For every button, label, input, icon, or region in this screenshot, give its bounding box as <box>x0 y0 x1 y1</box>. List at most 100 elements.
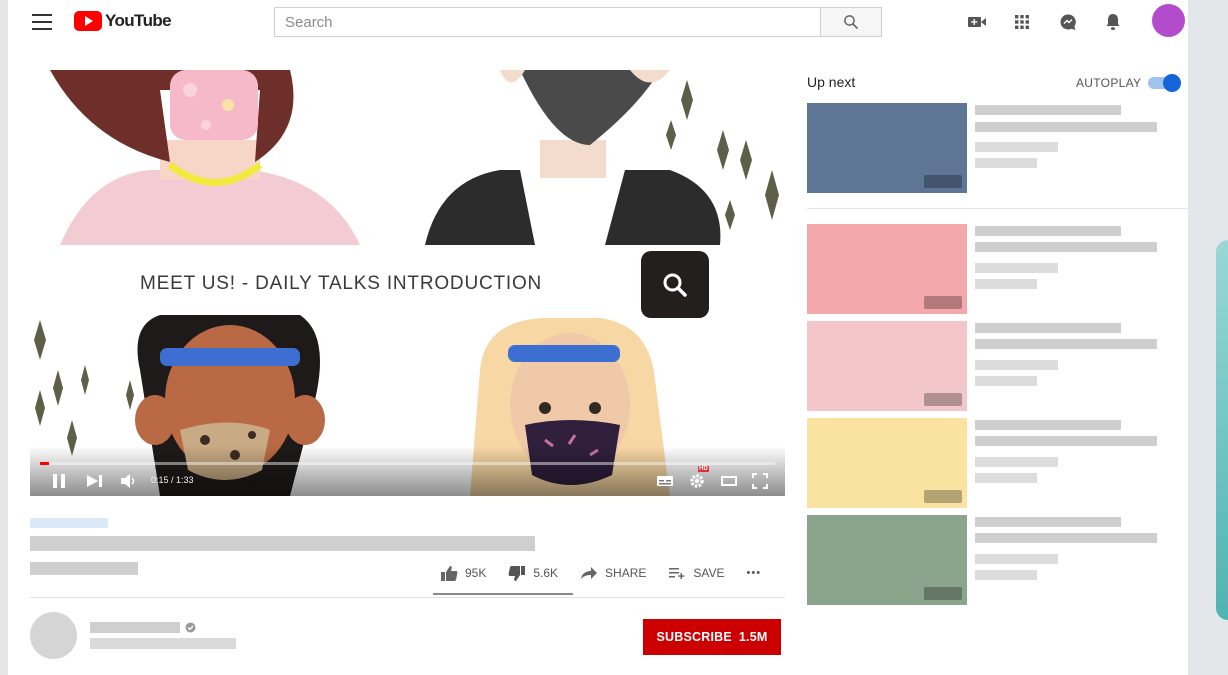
decorative-edge <box>1216 240 1228 620</box>
search-icon <box>663 273 687 297</box>
share-label: SHARE <box>605 566 647 580</box>
overlay-search-button[interactable] <box>641 251 709 318</box>
duration-badge <box>924 296 962 309</box>
play-logo-icon <box>74 11 102 31</box>
skip-next-icon <box>87 475 102 487</box>
dislike-button[interactable]: 5.6K <box>508 565 558 582</box>
volume-button[interactable] <box>120 472 136 490</box>
sentiment-bar <box>433 593 573 595</box>
logo-text: YouTube <box>105 11 172 30</box>
dislike-count: 5.6K <box>533 566 559 580</box>
up-next-channel-3 <box>975 457 1058 467</box>
video-player[interactable]: MEET US! - DAILY TALKS INTRODUCTION 0:15… <box>30 70 785 496</box>
theater-mode-icon <box>721 476 737 486</box>
thumbs-up-icon <box>441 565 458 581</box>
up-next-views-3 <box>975 473 1037 483</box>
save-button[interactable]: SAVE <box>668 566 725 580</box>
apps-grid-icon[interactable] <box>1010 11 1034 33</box>
time-display: 0:15 / 1:33 <box>151 475 194 485</box>
share-arrow-icon <box>581 567 598 579</box>
more-actions-button[interactable]: ••• <box>747 567 762 579</box>
autoplay-label: AUTOPLAY <box>1076 76 1142 90</box>
settings-button[interactable]: HD <box>688 466 709 490</box>
theater-mode-button[interactable] <box>720 472 738 490</box>
views-placeholder <box>30 562 138 575</box>
up-next-thumbnail-2[interactable] <box>807 321 967 411</box>
save-label: SAVE <box>693 566 725 580</box>
volume-icon <box>121 474 135 488</box>
pause-button[interactable] <box>52 472 66 490</box>
like-button[interactable]: 95K <box>440 565 486 582</box>
up-next-channel-2 <box>975 360 1058 370</box>
channel-name-placeholder[interactable] <box>90 622 180 633</box>
toggle-knob <box>1163 74 1181 92</box>
up-next-thumbnail-4[interactable] <box>807 515 967 605</box>
more-dots-icon: ••• <box>746 567 762 579</box>
gear-icon <box>690 474 704 488</box>
up-next-title-line-0a[interactable] <box>975 105 1121 115</box>
up-next-title-line-4b[interactable] <box>975 533 1157 543</box>
duration-badge <box>924 490 962 503</box>
duration-badge <box>924 393 962 406</box>
up-next-thumbnail-0[interactable] <box>807 103 967 193</box>
up-next-title-line-1a[interactable] <box>975 226 1121 236</box>
page: YouTube Search MEET US! - DAILY TALKS IN… <box>8 0 1188 675</box>
subscriber-count-placeholder <box>90 638 236 649</box>
up-next-channel-4 <box>975 554 1058 564</box>
progress-played <box>40 462 49 465</box>
pause-icon <box>53 474 65 488</box>
up-next-title-line-2a[interactable] <box>975 323 1121 333</box>
hashtag-placeholder <box>30 518 108 528</box>
captions-icon <box>657 476 673 486</box>
channel-avatar[interactable] <box>30 612 77 659</box>
subscribe-button[interactable]: SUBSCRIBE 1.5M <box>643 619 781 655</box>
subscribe-label: SUBSCRIBE <box>656 630 732 644</box>
sidebar-divider <box>807 208 1188 209</box>
up-next-thumbnail-3[interactable] <box>807 418 967 508</box>
subscriber-count: 1.5M <box>738 630 768 644</box>
search-icon <box>844 15 859 30</box>
up-next-thumbnail-1[interactable] <box>807 224 967 314</box>
duration-badge <box>924 175 962 188</box>
autoplay-toggle[interactable] <box>1148 74 1182 92</box>
playlist-add-icon <box>669 568 685 579</box>
hd-badge: HD <box>698 466 709 472</box>
up-next-channel-0 <box>975 142 1058 152</box>
action-bar: 95K 5.6K SHARE SAVE ••• <box>440 562 783 584</box>
share-button[interactable]: SHARE <box>580 566 646 580</box>
progress-bar[interactable] <box>40 462 775 465</box>
search-bar <box>274 7 882 37</box>
up-next-channel-1 <box>975 263 1058 273</box>
notifications-bell-icon[interactable] <box>1101 11 1125 33</box>
fullscreen-icon <box>752 473 768 489</box>
logo[interactable]: YouTube <box>74 11 172 31</box>
thumbs-down-icon <box>508 565 526 581</box>
fullscreen-button[interactable] <box>752 472 768 490</box>
top-bar: YouTube <box>8 0 1188 46</box>
up-next-title-line-0b[interactable] <box>975 122 1157 132</box>
search-button[interactable] <box>820 7 882 37</box>
up-next-title-line-1b[interactable] <box>975 242 1157 252</box>
captions-button[interactable] <box>656 472 674 490</box>
verified-check-icon <box>185 622 196 633</box>
up-next-views-1 <box>975 279 1037 289</box>
duration-badge <box>924 587 962 600</box>
up-next-views-0 <box>975 158 1037 168</box>
title-placeholder <box>30 536 535 551</box>
up-next-title-line-3b[interactable] <box>975 436 1157 446</box>
up-next-title-line-3a[interactable] <box>975 420 1121 430</box>
video-title-overlay: MEET US! - DAILY TALKS INTRODUCTION <box>140 273 543 294</box>
section-divider <box>30 597 785 598</box>
menu-icon[interactable] <box>32 14 52 30</box>
search-input[interactable] <box>274 7 820 37</box>
messages-icon[interactable] <box>1056 11 1080 33</box>
up-next-views-4 <box>975 570 1037 580</box>
up-next-title-line-2b[interactable] <box>975 339 1157 349</box>
account-avatar[interactable] <box>1152 4 1185 37</box>
up-next-title-line-4a[interactable] <box>975 517 1121 527</box>
like-count: 95K <box>465 566 487 580</box>
create-video-icon[interactable] <box>965 11 989 33</box>
up-next-views-2 <box>975 376 1037 386</box>
up-next-heading: Up next <box>807 74 856 90</box>
next-button[interactable] <box>86 472 104 490</box>
